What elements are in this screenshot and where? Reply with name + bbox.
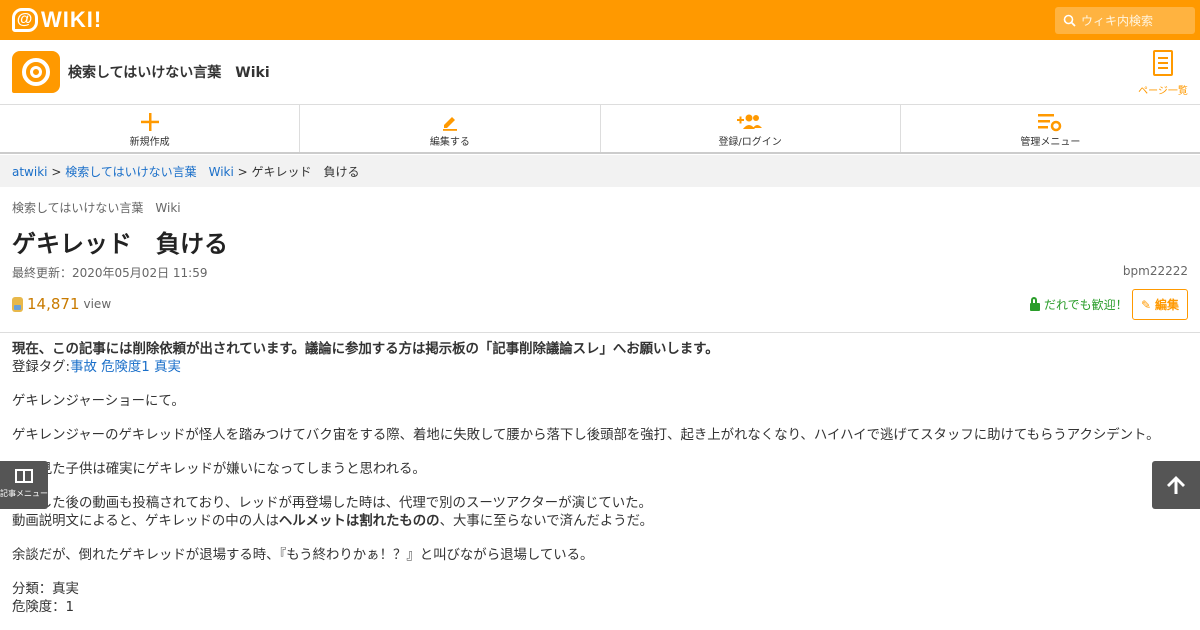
danger-level-line: 危険度：1 (12, 600, 75, 615)
settings-list-icon (901, 111, 1200, 133)
site-title[interactable]: 検索してはいけない言葉 Wiki (68, 62, 270, 82)
tag-link[interactable]: 真実 (154, 360, 181, 375)
paragraph: ゲキレンジャーショーにて。 (12, 394, 185, 409)
breadcrumb: atwiki > 検索してはいけない言葉 Wiki > ゲキレッド 負ける (0, 155, 1200, 187)
scroll-top-button[interactable] (1152, 461, 1200, 509)
edit-page-button[interactable]: 編集する (300, 105, 601, 152)
article-menu-button[interactable]: 記事メニュー (0, 461, 48, 509)
pencil-icon: ✎ (1140, 297, 1152, 312)
breadcrumb-separator: > (47, 165, 66, 179)
page-list-label: ページ一覧 (1138, 86, 1188, 97)
paragraph: 動画説明文によると、ゲキレッドの中の人はヘルメットは割れたものの、大事に至らない… (12, 513, 1192, 531)
breadcrumb-wiki[interactable]: 検索してはいけない言葉 Wiki (65, 165, 234, 179)
tag-link[interactable]: 危険度1 (101, 360, 150, 375)
add-user-icon (601, 111, 900, 133)
view-counter: 14,871 view (12, 295, 111, 313)
login-label: 登録/ログイン (718, 137, 782, 148)
site-logo[interactable] (12, 51, 60, 93)
author-name[interactable]: bpm22222 (1123, 264, 1188, 278)
welcome-text: だれでも歓迎！ (1044, 298, 1128, 312)
search-input[interactable] (1081, 13, 1191, 28)
edit-page-label: 編集する (429, 137, 470, 148)
plus-icon (0, 111, 299, 133)
paragraph: 退場した後の動画も投稿されており、レッドが再登場した時は、代理で別のスーツアクタ… (12, 496, 652, 511)
new-page-label: 新規作成 (129, 137, 170, 148)
search-box[interactable] (1055, 7, 1195, 34)
arrow-up-icon (1167, 476, 1185, 494)
new-page-button[interactable]: 新規作成 (0, 105, 301, 152)
site-header: 検索してはいけない言葉 Wiki ページ一覧 (0, 40, 1200, 105)
edit-permission: だれでも歓迎！ (1030, 296, 1128, 313)
admin-menu-label: 管理メニュー (1020, 137, 1081, 148)
view-unit: view (83, 297, 112, 311)
book-icon (15, 469, 33, 483)
breadcrumb-atwiki[interactable]: atwiki (12, 165, 48, 179)
action-bar: 新規作成 編集する 登録/ログイン 管理メニュー (0, 105, 1200, 154)
divider (0, 332, 1200, 333)
tag-link[interactable]: 事故 (70, 360, 97, 375)
article-menu-label: 記事メニュー (0, 489, 48, 498)
page-title: ゲキレッド 負ける (12, 230, 228, 258)
atwiki-logo[interactable]: @ WIKI! (12, 7, 103, 32)
logo-text: WIKI! (41, 7, 103, 32)
article-body: 現在、この記事には削除依頼が出されています。議論に参加する方は掲示板の「記事削除… (12, 341, 1192, 617)
deletion-notice: 現在、この記事には削除依頼が出されています。議論に参加する方は掲示板の「記事削除… (12, 342, 719, 357)
edit-button-label: 編集 (1155, 298, 1180, 312)
category-line: 分類：真実 (12, 582, 79, 597)
unlock-icon (1030, 296, 1040, 311)
login-button[interactable]: 登録/ログイン (601, 105, 901, 152)
text-span: 動画説明文によると、ゲキレッドの中の人は (12, 514, 279, 529)
pencil-icon (300, 111, 599, 133)
at-logo-icon (22, 58, 50, 86)
paragraph: 余談だが、倒れたゲキレッドが退場する時、『もう終わりかぁ！？』と叫びながら退場し… (12, 548, 594, 563)
view-badge-icon (12, 296, 23, 312)
wiki-name: 検索してはいけない言葉 Wiki (12, 201, 181, 215)
text-span: 、大事に至らないで済んだようだ。 (439, 514, 654, 529)
paragraph: 生で見た子供は確実にゲキレッドが嫌いになってしまうと思われる。 (12, 462, 426, 477)
page-list-button[interactable]: ページ一覧 (1132, 50, 1194, 97)
breadcrumb-separator: > (233, 165, 252, 179)
tag-list: 登録タグ:事故 危険度1 真実 (12, 359, 1192, 377)
admin-menu-button[interactable]: 管理メニュー (901, 105, 1200, 152)
paragraph: ゲキレンジャーのゲキレッドが怪人を踏みつけてバク宙をする際、着地に失敗して腰から… (12, 428, 1160, 443)
tags-label: 登録タグ: (12, 360, 71, 375)
view-count: 14,871 (27, 295, 80, 313)
last-updated: 最終更新：2020年05月02日 11:59 (12, 266, 208, 280)
top-bar: @ WIKI! (0, 0, 1200, 40)
breadcrumb-current: ゲキレッド 負ける (251, 165, 360, 179)
edit-button[interactable]: ✎ 編集 (1132, 289, 1188, 320)
search-icon (1063, 14, 1076, 27)
bold-text: ヘルメットは割れたものの (278, 514, 440, 529)
at-icon: @ (12, 8, 38, 32)
document-icon (1153, 50, 1173, 76)
